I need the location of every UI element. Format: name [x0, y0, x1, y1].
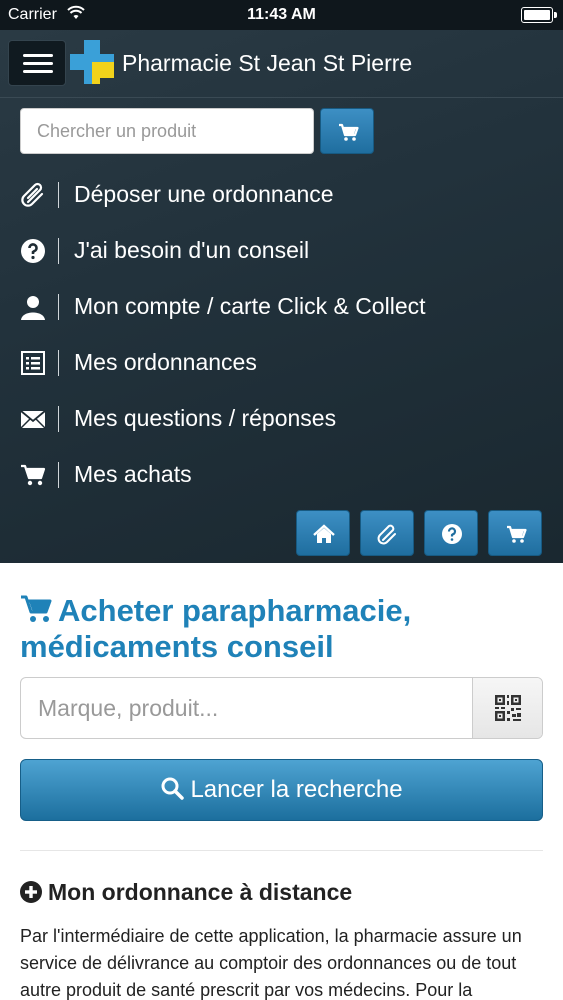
paperclip-icon — [21, 182, 44, 207]
cart-icon — [21, 595, 52, 622]
quick-cart-button[interactable] — [488, 510, 542, 556]
home-icon — [313, 524, 335, 543]
question-circle-icon — [21, 239, 45, 263]
battery-icon — [521, 7, 557, 23]
menu-search-cart-button[interactable] — [320, 108, 374, 154]
cart-icon — [339, 123, 359, 141]
paperclip-icon — [377, 524, 396, 545]
main-content: Acheter parapharmacie, médicaments conse… — [0, 563, 563, 1000]
cart-icon — [21, 464, 46, 486]
search-launch-button[interactable]: Lancer la recherche — [20, 759, 543, 821]
subsection-title-text: Mon ordonnance à distance — [48, 879, 353, 905]
intro-paragraph: Par l'intermédiaire de cette application… — [20, 926, 522, 1000]
nav-item-label: Déposer une ordonnance — [74, 181, 334, 207]
subsection-title: Mon ordonnance à distance — [20, 879, 352, 906]
question-circle-icon — [442, 524, 462, 544]
quick-conseil-button[interactable] — [424, 510, 478, 556]
nav-item-conseil[interactable]: J'ai besoin d'un conseil — [0, 224, 563, 280]
quick-action-bar — [296, 510, 544, 556]
menu-search — [20, 108, 380, 154]
quick-ordonnance-button[interactable] — [360, 510, 414, 556]
quick-home-button[interactable] — [296, 510, 350, 556]
search-launch-label: Lancer la recherche — [190, 776, 403, 803]
product-search — [20, 677, 543, 739]
nav-item-label: J'ai besoin d'un conseil — [74, 237, 310, 263]
plus-circle-icon — [20, 881, 42, 903]
app-header: Pharmacie St Jean St Pierre — [0, 30, 563, 98]
pharmacy-cross-logo — [70, 40, 114, 84]
user-icon — [21, 296, 45, 320]
hamburger-menu-button[interactable] — [8, 40, 66, 86]
cart-icon — [507, 525, 527, 543]
clock: 11:43 AM — [247, 6, 316, 23]
nav-item-mon-compte[interactable]: Mon compte / carte Click & Collect — [0, 280, 563, 336]
section-title-text: Acheter parapharmacie, médicaments conse… — [20, 593, 412, 664]
nav-list: Déposer une ordonnance J'ai besoin d'un … — [0, 168, 563, 504]
product-search-input[interactable] — [21, 678, 471, 738]
section-title: Acheter parapharmacie, médicaments conse… — [20, 593, 540, 665]
side-menu: Pharmacie St Jean St Pierre Déposer une … — [0, 30, 563, 563]
divider — [20, 850, 543, 851]
nav-item-mes-achats[interactable]: Mes achats — [0, 448, 563, 504]
nav-item-questions-reponses[interactable]: Mes questions / réponses — [0, 392, 563, 448]
nav-item-label: Mon compte / carte Click & Collect — [74, 293, 426, 319]
nav-item-label: Mes questions / réponses — [74, 405, 337, 431]
qr-scan-button[interactable] — [472, 678, 542, 738]
nav-item-deposer-ordonnance[interactable]: Déposer une ordonnance — [0, 168, 563, 224]
envelope-icon — [20, 410, 46, 429]
app-title: Pharmacie St Jean St Pierre — [122, 50, 413, 76]
menu-search-input[interactable] — [20, 108, 314, 154]
nav-item-mes-ordonnances[interactable]: Mes ordonnances — [0, 336, 563, 392]
nav-item-label: Mes ordonnances — [74, 349, 257, 375]
list-icon — [21, 351, 45, 375]
status-bar: Carrier 11:43 AM — [0, 0, 563, 30]
qr-code-icon — [495, 695, 521, 721]
search-icon — [161, 777, 185, 800]
nav-item-label: Mes achats — [74, 461, 192, 487]
